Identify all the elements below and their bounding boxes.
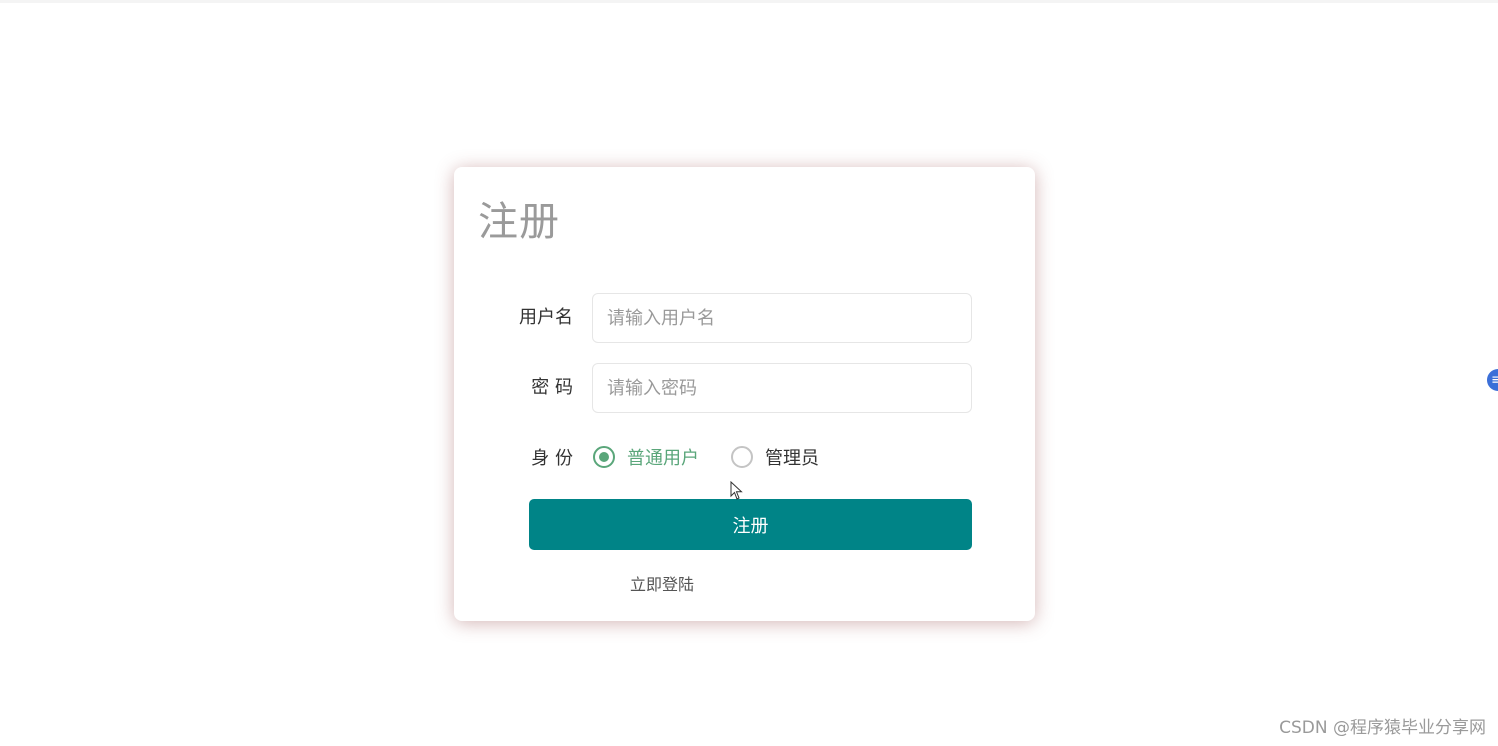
radio-unchecked-icon[interactable] xyxy=(731,446,753,468)
password-label: 密 码 xyxy=(531,377,573,398)
side-menu-icon[interactable]: ≡ xyxy=(1487,369,1498,391)
register-card: 注册 用户名 密 码 身 份 普通用户 管理员 注册 立即登陆 xyxy=(454,167,1035,621)
username-input[interactable] xyxy=(592,293,972,343)
register-button[interactable]: 注册 xyxy=(529,499,972,550)
role-option-admin[interactable]: 管理员 xyxy=(731,444,819,470)
password-input[interactable] xyxy=(592,363,972,413)
role-option-normal-user[interactable]: 普通用户 xyxy=(593,444,699,470)
page-title: 注册 xyxy=(478,199,560,245)
role-option-label: 管理员 xyxy=(765,448,819,469)
login-link[interactable]: 立即登陆 xyxy=(630,571,694,595)
watermark: CSDN @程序猿毕业分享网 xyxy=(1279,718,1486,738)
username-label: 用户名 xyxy=(519,307,573,328)
radio-checked-icon[interactable] xyxy=(593,446,615,468)
role-radio-group: 普通用户 管理员 xyxy=(593,443,851,471)
mouse-cursor-icon xyxy=(730,481,743,500)
role-option-label: 普通用户 xyxy=(627,448,699,469)
role-label: 身 份 xyxy=(531,448,573,469)
top-border xyxy=(0,0,1498,3)
